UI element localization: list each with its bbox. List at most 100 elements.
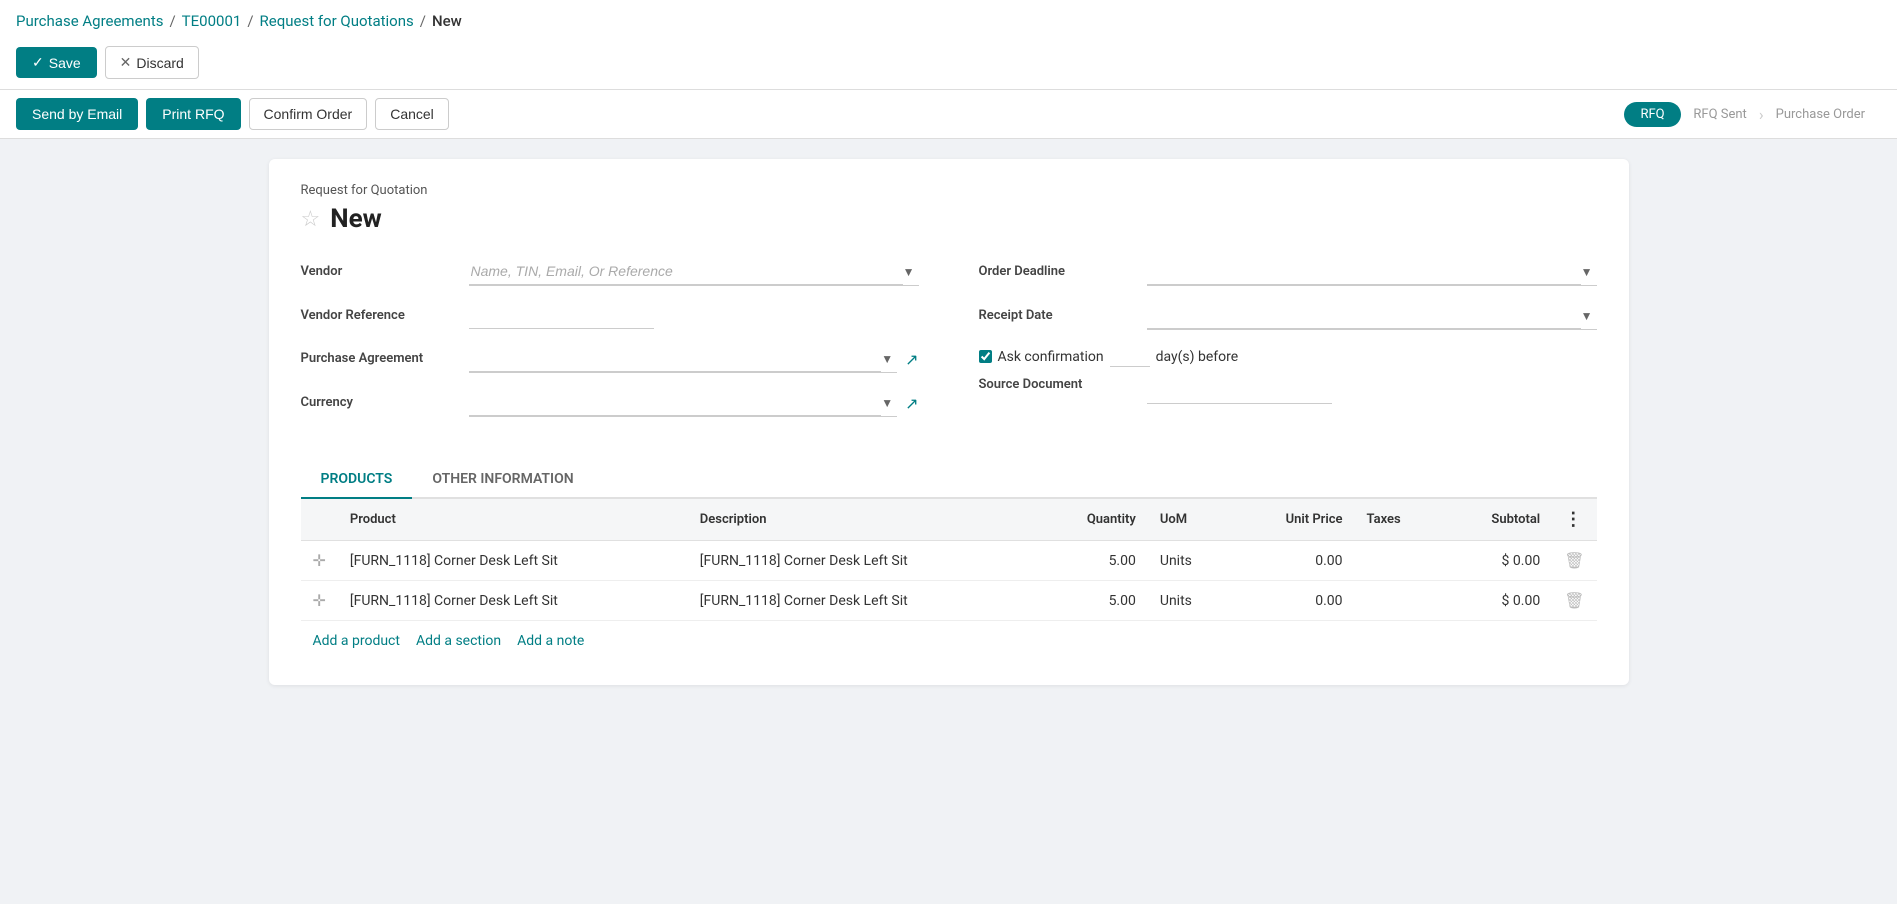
purchase-agreement-select-wrapper: TE00001 ▼ (469, 345, 898, 373)
currency-select-wrapper: USD ▼ (469, 389, 898, 417)
add-product-link[interactable]: Add a product (313, 633, 400, 649)
ask-confirmation-days-input[interactable]: 0 (1110, 346, 1150, 367)
ask-confirmation-label: Ask confirmation (998, 349, 1104, 365)
vendor-reference-control (469, 302, 919, 329)
ask-confirmation-suffix: day(s) before (1156, 349, 1239, 365)
source-document-field: Source Document TE00001 (979, 377, 1597, 404)
vendor-label: Vendor (301, 258, 461, 279)
col-description-header: Description (688, 499, 1038, 541)
currency-external-link-icon[interactable]: ↗ (905, 394, 918, 413)
order-deadline-field: Order Deadline 03/24/2021 10:34:01 ▼ (979, 258, 1597, 286)
form-grid: Vendor ▼ Vendor Reference (301, 258, 1597, 433)
vendor-select-wrapper: ▼ (469, 258, 919, 286)
uom-cell[interactable]: Units (1148, 581, 1233, 621)
product-cell[interactable]: [FURN_1118] Corner Desk Left Sit (338, 541, 688, 581)
quantity-cell[interactable]: 5.00 (1038, 541, 1148, 581)
receipt-date-control: 03/24/2021 10:34:01 ▼ (1147, 302, 1597, 330)
save-button[interactable]: Save (16, 47, 97, 78)
secondary-actions: Send by Email Print RFQ Confirm Order Ca… (16, 98, 449, 130)
purchase-agreement-input[interactable]: TE00001 (469, 345, 882, 372)
table-row: ✛ [FURN_1118] Corner Desk Left Sit [FURN… (301, 581, 1597, 621)
col-product-header: Product (338, 499, 688, 541)
currency-control: USD ▼ ↗ (469, 389, 919, 417)
tab-products[interactable]: PRODUCTS (301, 461, 413, 499)
vendor-dropdown-arrow[interactable]: ▼ (903, 265, 919, 279)
purchase-agreement-control: TE00001 ▼ ↗ (469, 345, 919, 373)
unit-price-cell[interactable]: 0.00 (1232, 541, 1354, 581)
source-document-input[interactable]: TE00001 (1147, 377, 1332, 404)
breadcrumb-new: New (432, 12, 462, 30)
add-section-link[interactable]: Add a section (416, 633, 501, 649)
col-unit-price-header: Unit Price (1232, 499, 1354, 541)
send-email-button[interactable]: Send by Email (16, 98, 138, 130)
breadcrumb-te00001[interactable]: TE00001 (182, 12, 242, 30)
order-deadline-dropdown-arrow[interactable]: ▼ (1581, 265, 1597, 279)
tab-other-information[interactable]: OTHER INFORMATION (412, 461, 593, 499)
col-quantity-header: Quantity (1038, 499, 1148, 541)
receipt-date-input[interactable]: 03/24/2021 10:34:01 (1147, 302, 1581, 329)
delete-row-icon[interactable]: 🗑 (1564, 551, 1584, 570)
receipt-date-label: Receipt Date (979, 302, 1139, 323)
table-row: ✛ [FURN_1118] Corner Desk Left Sit [FURN… (301, 541, 1597, 581)
purchase-agreement-external-link-icon[interactable]: ↗ (905, 350, 918, 369)
status-purchase-order: Purchase Order (1760, 102, 1881, 127)
subtotal-cell: $ 0.00 (1442, 541, 1552, 581)
vendor-field: Vendor ▼ (301, 258, 919, 286)
description-cell[interactable]: [FURN_1118] Corner Desk Left Sit (688, 541, 1038, 581)
col-taxes-header: Taxes (1355, 499, 1443, 541)
vendor-input[interactable] (469, 258, 903, 285)
drag-handle-icon[interactable]: ✛ (313, 591, 326, 610)
ask-confirmation-checkbox[interactable] (979, 350, 992, 363)
receipt-date-field: Receipt Date 03/24/2021 10:34:01 ▼ (979, 302, 1597, 330)
breadcrumb-purchase-agreements[interactable]: Purchase Agreements (16, 12, 163, 30)
form-right-col: Order Deadline 03/24/2021 10:34:01 ▼ Rec… (979, 258, 1597, 433)
order-deadline-control: 03/24/2021 10:34:01 ▼ (1147, 258, 1597, 286)
quantity-cell[interactable]: 5.00 (1038, 581, 1148, 621)
status-bar: RFQ › RFQ Sent › Purchase Order (1624, 102, 1881, 127)
vendor-control: ▼ (469, 258, 919, 286)
unit-price-cell[interactable]: 0.00 (1232, 581, 1354, 621)
drag-handle-cell: ✛ (301, 581, 338, 621)
uom-cell[interactable]: Units (1148, 541, 1233, 581)
taxes-cell[interactable] (1355, 581, 1443, 621)
table-options-icon[interactable]: ⋮ (1564, 509, 1582, 530)
taxes-cell[interactable] (1355, 541, 1443, 581)
discard-button[interactable]: Discard (105, 46, 199, 79)
purchase-agreement-label: Purchase Agreement (301, 345, 461, 366)
record-name: New (330, 204, 381, 234)
form-title-large: ☆ New (301, 204, 1597, 234)
print-rfq-button[interactable]: Print RFQ (146, 98, 240, 130)
col-options: ⋮ (1552, 499, 1596, 541)
breadcrumb-rfq[interactable]: Request for Quotations (260, 12, 414, 30)
delete-cell: 🗑 (1552, 541, 1596, 581)
drag-handle-icon[interactable]: ✛ (313, 551, 326, 570)
add-note-link[interactable]: Add a note (517, 633, 584, 649)
breadcrumb-sep-2: / (247, 12, 253, 30)
confirm-order-button[interactable]: Confirm Order (249, 98, 368, 130)
breadcrumb-sep-3: / (420, 12, 426, 30)
cancel-button[interactable]: Cancel (375, 98, 449, 130)
order-deadline-input[interactable]: 03/24/2021 10:34:01 (1147, 258, 1581, 285)
delete-row-icon[interactable]: 🗑 (1564, 591, 1584, 610)
order-deadline-wrapper: 03/24/2021 10:34:01 ▼ (1147, 258, 1597, 286)
currency-label: Currency (301, 389, 461, 410)
order-deadline-label: Order Deadline (979, 258, 1139, 279)
breadcrumb: Purchase Agreements / TE00001 / Request … (16, 0, 1881, 38)
vendor-reference-input[interactable] (469, 302, 654, 329)
table-body: ✛ [FURN_1118] Corner Desk Left Sit [FURN… (301, 541, 1597, 621)
product-cell[interactable]: [FURN_1118] Corner Desk Left Sit (338, 581, 688, 621)
receipt-date-wrapper: 03/24/2021 10:34:01 ▼ (1147, 302, 1597, 330)
delete-cell: 🗑 (1552, 581, 1596, 621)
currency-input[interactable]: USD (469, 389, 882, 416)
form-left-col: Vendor ▼ Vendor Reference (301, 258, 919, 433)
description-cell[interactable]: [FURN_1118] Corner Desk Left Sit (688, 581, 1038, 621)
source-document-control: TE00001 (1147, 377, 1597, 404)
purchase-agreement-dropdown-arrow[interactable]: ▼ (881, 352, 897, 366)
table-header-row: Product Description Quantity UoM Unit Pr… (301, 499, 1597, 541)
favorite-star-icon[interactable]: ☆ (301, 207, 321, 232)
currency-dropdown-arrow[interactable]: ▼ (881, 396, 897, 410)
form-subtitle: Request for Quotation (301, 183, 1597, 198)
receipt-date-dropdown-arrow[interactable]: ▼ (1581, 309, 1597, 323)
purchase-agreement-field: Purchase Agreement TE00001 ▼ ↗ (301, 345, 919, 373)
secondary-bar: Send by Email Print RFQ Confirm Order Ca… (0, 90, 1897, 139)
